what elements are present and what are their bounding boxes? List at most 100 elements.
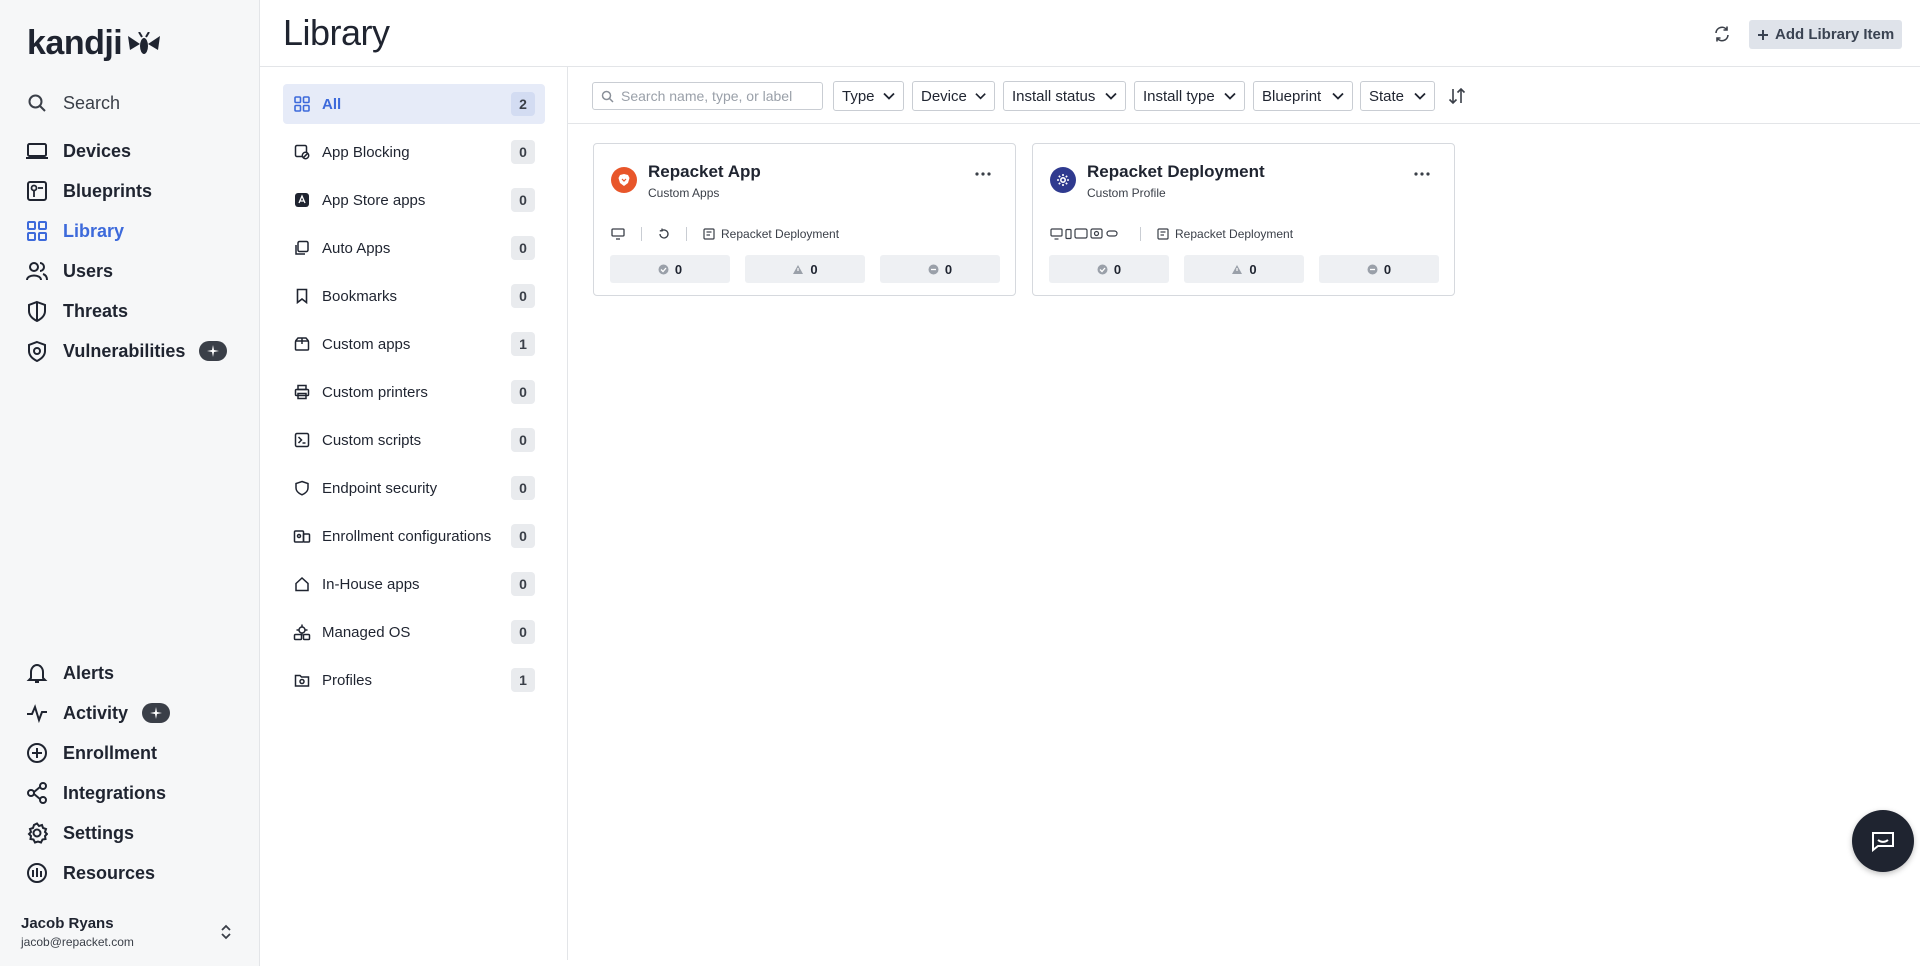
user-email: jacob@repacket.com [21, 935, 134, 949]
nav-item-alerts[interactable]: Alerts [25, 658, 114, 688]
nav-label: Threats [63, 300, 129, 321]
category-count: 0 [511, 476, 535, 500]
card-blueprint[interactable]: Repacket Deployment [1175, 227, 1293, 241]
nav-item-enrollment[interactable]: Enrollment [25, 738, 157, 768]
category-in-house-apps[interactable]: In-House apps 0 [283, 564, 545, 604]
category-bookmarks[interactable]: Bookmarks 0 [283, 276, 545, 316]
nav-item-blueprints[interactable]: Blueprints [25, 176, 152, 206]
more-options-icon[interactable] [971, 164, 995, 184]
nav-item-vulnerabilities[interactable]: Vulnerabilities [25, 336, 228, 366]
category-label: Enrollment configurations [322, 527, 492, 545]
category-label: Auto Apps [322, 239, 391, 257]
card-stats: 0 0 0 [610, 255, 1000, 283]
nav-label: Vulnerabilities [63, 340, 186, 361]
check-circle-icon [1097, 264, 1108, 274]
refresh-button[interactable] [1710, 22, 1734, 46]
category-custom-printers[interactable]: Custom printers 0 [283, 372, 545, 412]
search-input[interactable] [621, 88, 811, 104]
app-store-icon [293, 191, 311, 209]
nav-item-devices[interactable]: Devices [25, 136, 131, 166]
chevron-down-icon [883, 92, 895, 100]
card-subtitle: Custom Profile [1087, 186, 1166, 200]
search-icon [25, 91, 49, 115]
kandji-logo[interactable]: kandji [27, 24, 162, 63]
more-options-icon[interactable] [1410, 164, 1434, 184]
category-custom-scripts[interactable]: Custom scripts 0 [283, 420, 545, 460]
nav-label: Integrations [63, 782, 167, 803]
nav-label: Enrollment [63, 742, 158, 763]
gear-icon [25, 821, 49, 845]
sort-icon [1448, 87, 1466, 105]
nav-item-threats[interactable]: Threats [25, 296, 128, 326]
category-label: Managed OS [322, 623, 411, 641]
category-all[interactable]: All 2 [283, 84, 545, 124]
install-status-filter[interactable]: Install status [1003, 81, 1126, 111]
stat-success[interactable]: 0 [610, 255, 730, 283]
nav-item-library[interactable]: Library [25, 216, 124, 246]
user-profile[interactable]: Jacob Ryans jacob@repacket.com [21, 915, 134, 949]
library-item-card[interactable]: Repacket Deployment Custom Profile Repac… [1032, 143, 1455, 296]
divider [641, 227, 642, 241]
category-app-store-apps[interactable]: App Store apps 0 [283, 180, 545, 220]
ai-sparkle-icon [199, 341, 228, 361]
activity-icon [25, 701, 49, 725]
nav-item-settings[interactable]: Settings [25, 818, 134, 848]
bell-icon [25, 661, 49, 685]
category-profiles[interactable]: Profiles 1 [283, 660, 545, 700]
filter-label: Device [921, 87, 967, 105]
card-title: Repacket Deployment [1087, 162, 1265, 181]
filter-label: Install type [1143, 87, 1215, 105]
category-enrollment-configurations[interactable]: Enrollment configurations 0 [283, 516, 545, 556]
type-filter[interactable]: Type [833, 81, 904, 111]
library-item-card[interactable]: Repacket App Custom Apps Repacket Deploy… [593, 143, 1016, 296]
nav-label: Devices [63, 140, 132, 161]
stat-warning[interactable]: 0 [745, 255, 865, 283]
category-endpoint-security[interactable]: Endpoint security 0 [283, 468, 545, 508]
category-label: App Blocking [322, 143, 410, 161]
stat-pending[interactable]: 0 [1319, 255, 1439, 283]
nav-label: Users [63, 260, 114, 281]
category-count: 0 [511, 140, 535, 164]
card-blueprint[interactable]: Repacket Deployment [721, 227, 839, 241]
category-label: Bookmarks [322, 287, 398, 305]
device-filter[interactable]: Device [912, 81, 995, 111]
search-icon [601, 90, 614, 103]
filter-label: State [1369, 87, 1405, 105]
category-label: All [322, 95, 342, 113]
blueprint-filter[interactable]: Blueprint [1253, 81, 1353, 111]
nav-search[interactable]: Search [25, 88, 120, 118]
printer-icon [293, 383, 311, 401]
category-app-blocking[interactable]: App Blocking 0 [283, 132, 545, 172]
stat-success[interactable]: 0 [1049, 255, 1169, 283]
check-circle-icon [658, 264, 669, 274]
nav-item-resources[interactable]: Resources [25, 858, 155, 888]
nav-item-activity[interactable]: Activity [25, 698, 171, 728]
add-library-item-button[interactable]: Add Library Item [1749, 20, 1903, 49]
category-auto-apps[interactable]: Auto Apps 0 [283, 228, 545, 268]
chevron-down-icon [1224, 92, 1236, 100]
nav-item-integrations[interactable]: Integrations [25, 778, 166, 808]
chevron-down-icon [1105, 92, 1117, 100]
blueprint-icon [703, 228, 715, 240]
category-custom-apps[interactable]: Custom apps 1 [283, 324, 545, 364]
state-filter[interactable]: State [1360, 81, 1435, 111]
nav-label: Library [63, 220, 125, 241]
shield-icon [25, 299, 49, 323]
chevron-up-down-icon[interactable] [220, 924, 232, 940]
nav-item-users[interactable]: Users [25, 256, 113, 286]
sort-button[interactable] [1445, 84, 1469, 108]
nav-search-label: Search [63, 92, 121, 113]
stat-pending[interactable]: 0 [880, 255, 1000, 283]
library-search[interactable] [592, 82, 823, 110]
category-count: 1 [511, 332, 535, 356]
category-managed-os[interactable]: Managed OS 0 [283, 612, 545, 652]
category-count: 0 [511, 284, 535, 308]
stat-value: 0 [944, 261, 953, 277]
integrations-icon [25, 781, 49, 805]
card-stats: 0 0 0 [1049, 255, 1439, 283]
chat-button[interactable] [1852, 810, 1914, 872]
desktop-icon [611, 228, 625, 240]
install-type-filter[interactable]: Install type [1134, 81, 1245, 111]
blueprint-icon [1157, 228, 1169, 240]
stat-warning[interactable]: 0 [1184, 255, 1304, 283]
